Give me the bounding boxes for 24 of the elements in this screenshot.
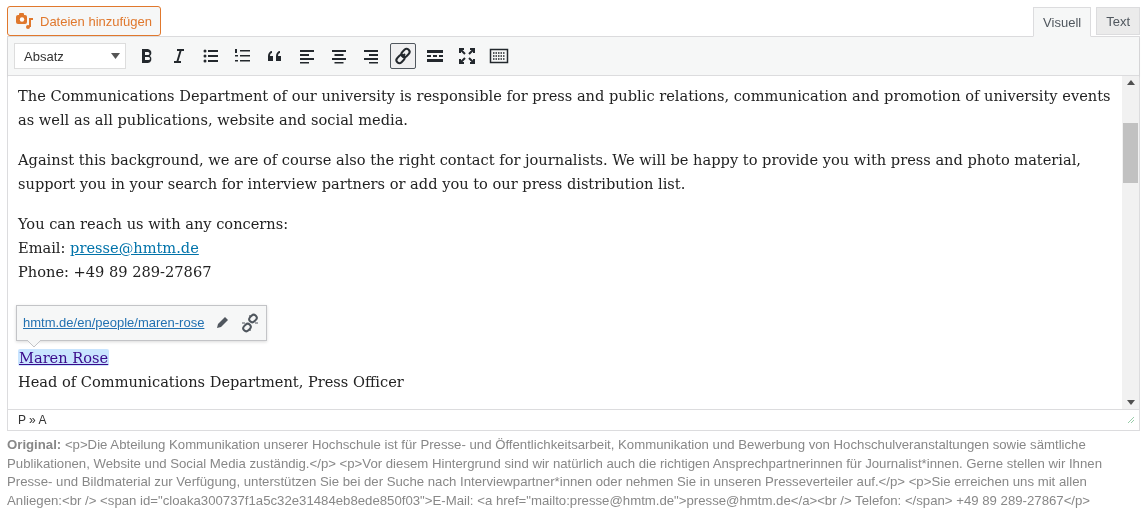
resize-handle-icon[interactable] — [1127, 416, 1135, 424]
link-url[interactable]: hmtm.de/en/people/maren-rose — [23, 315, 205, 330]
person-link[interactable]: Maren Rose — [18, 349, 110, 366]
element-path: P » A — [18, 413, 47, 427]
format-select[interactable]: Absatz — [14, 43, 126, 69]
scrollbar[interactable] — [1122, 76, 1139, 409]
caret-icon — [111, 53, 120, 59]
edit-icon[interactable] — [214, 314, 231, 331]
phone-line: Phone: +49 89 289-27867 — [18, 262, 213, 282]
email-link[interactable]: presse@hmtm.de — [70, 239, 199, 256]
unlink-icon[interactable] — [240, 312, 261, 333]
contact-intro: You can reach us with any concerns: — [18, 214, 290, 234]
body-paragraph: Against this background, we are of course also the right contact for journalists. We will be happy to provide you with press and photo material, support you in your search for interview partners or add you to our press distribution list. — [18, 150, 1082, 194]
scroll-thumb[interactable] — [1123, 123, 1138, 183]
scroll-up-icon[interactable] — [1126, 80, 1135, 85]
media-icon — [16, 13, 34, 29]
email-label: Email: — [18, 239, 66, 256]
person-title: Head of Communications Department, Press Officer — [18, 372, 405, 392]
body-paragraph: The Communications Department of our university is responsible for press and public relations, communication and promotion of university events as well as all publications, website and social media. — [18, 86, 1112, 130]
scroll-down-icon[interactable] — [1126, 400, 1135, 405]
link-icon[interactable] — [390, 43, 416, 69]
editor-tab[interactable]: Text — [1096, 7, 1140, 35]
editor-tab[interactable]: Visuell — [1033, 7, 1092, 37]
original-text: Original: <p>Die Abteilung Kommunikation unserer Hochschule ist für Presse- und Öffentlichkeitsarbeit, Kommunikation und Bewerbung von Hochschulveranstaltungen sowie sämtliche Publikationen, Website und Social Media zuständig.</p> <p>Vor diesem Hintergrund sind wir natürlich auch die richtigen Ansprechpartnerinnen für Journalist*innen. Gerne stellen wir Ihnen Presse- und Bildmaterial zur Verfügung, unterstützen Sie bei der Suche nach Interviewpartner*innen oder nehmen Sie in unseren Presseverteiler auf.</p> <p>Sie erreichen uns mit allen Anliegen:<br /> <span id="cloaka300737f1a5c32e31484eb8ede850f03">E-Mail: <a href="mailto:presse@hmtm.de">presse@hmtm.de</a><br /> Telefon: </span> +49 89 289-27867</p> — [7, 436, 1103, 510]
